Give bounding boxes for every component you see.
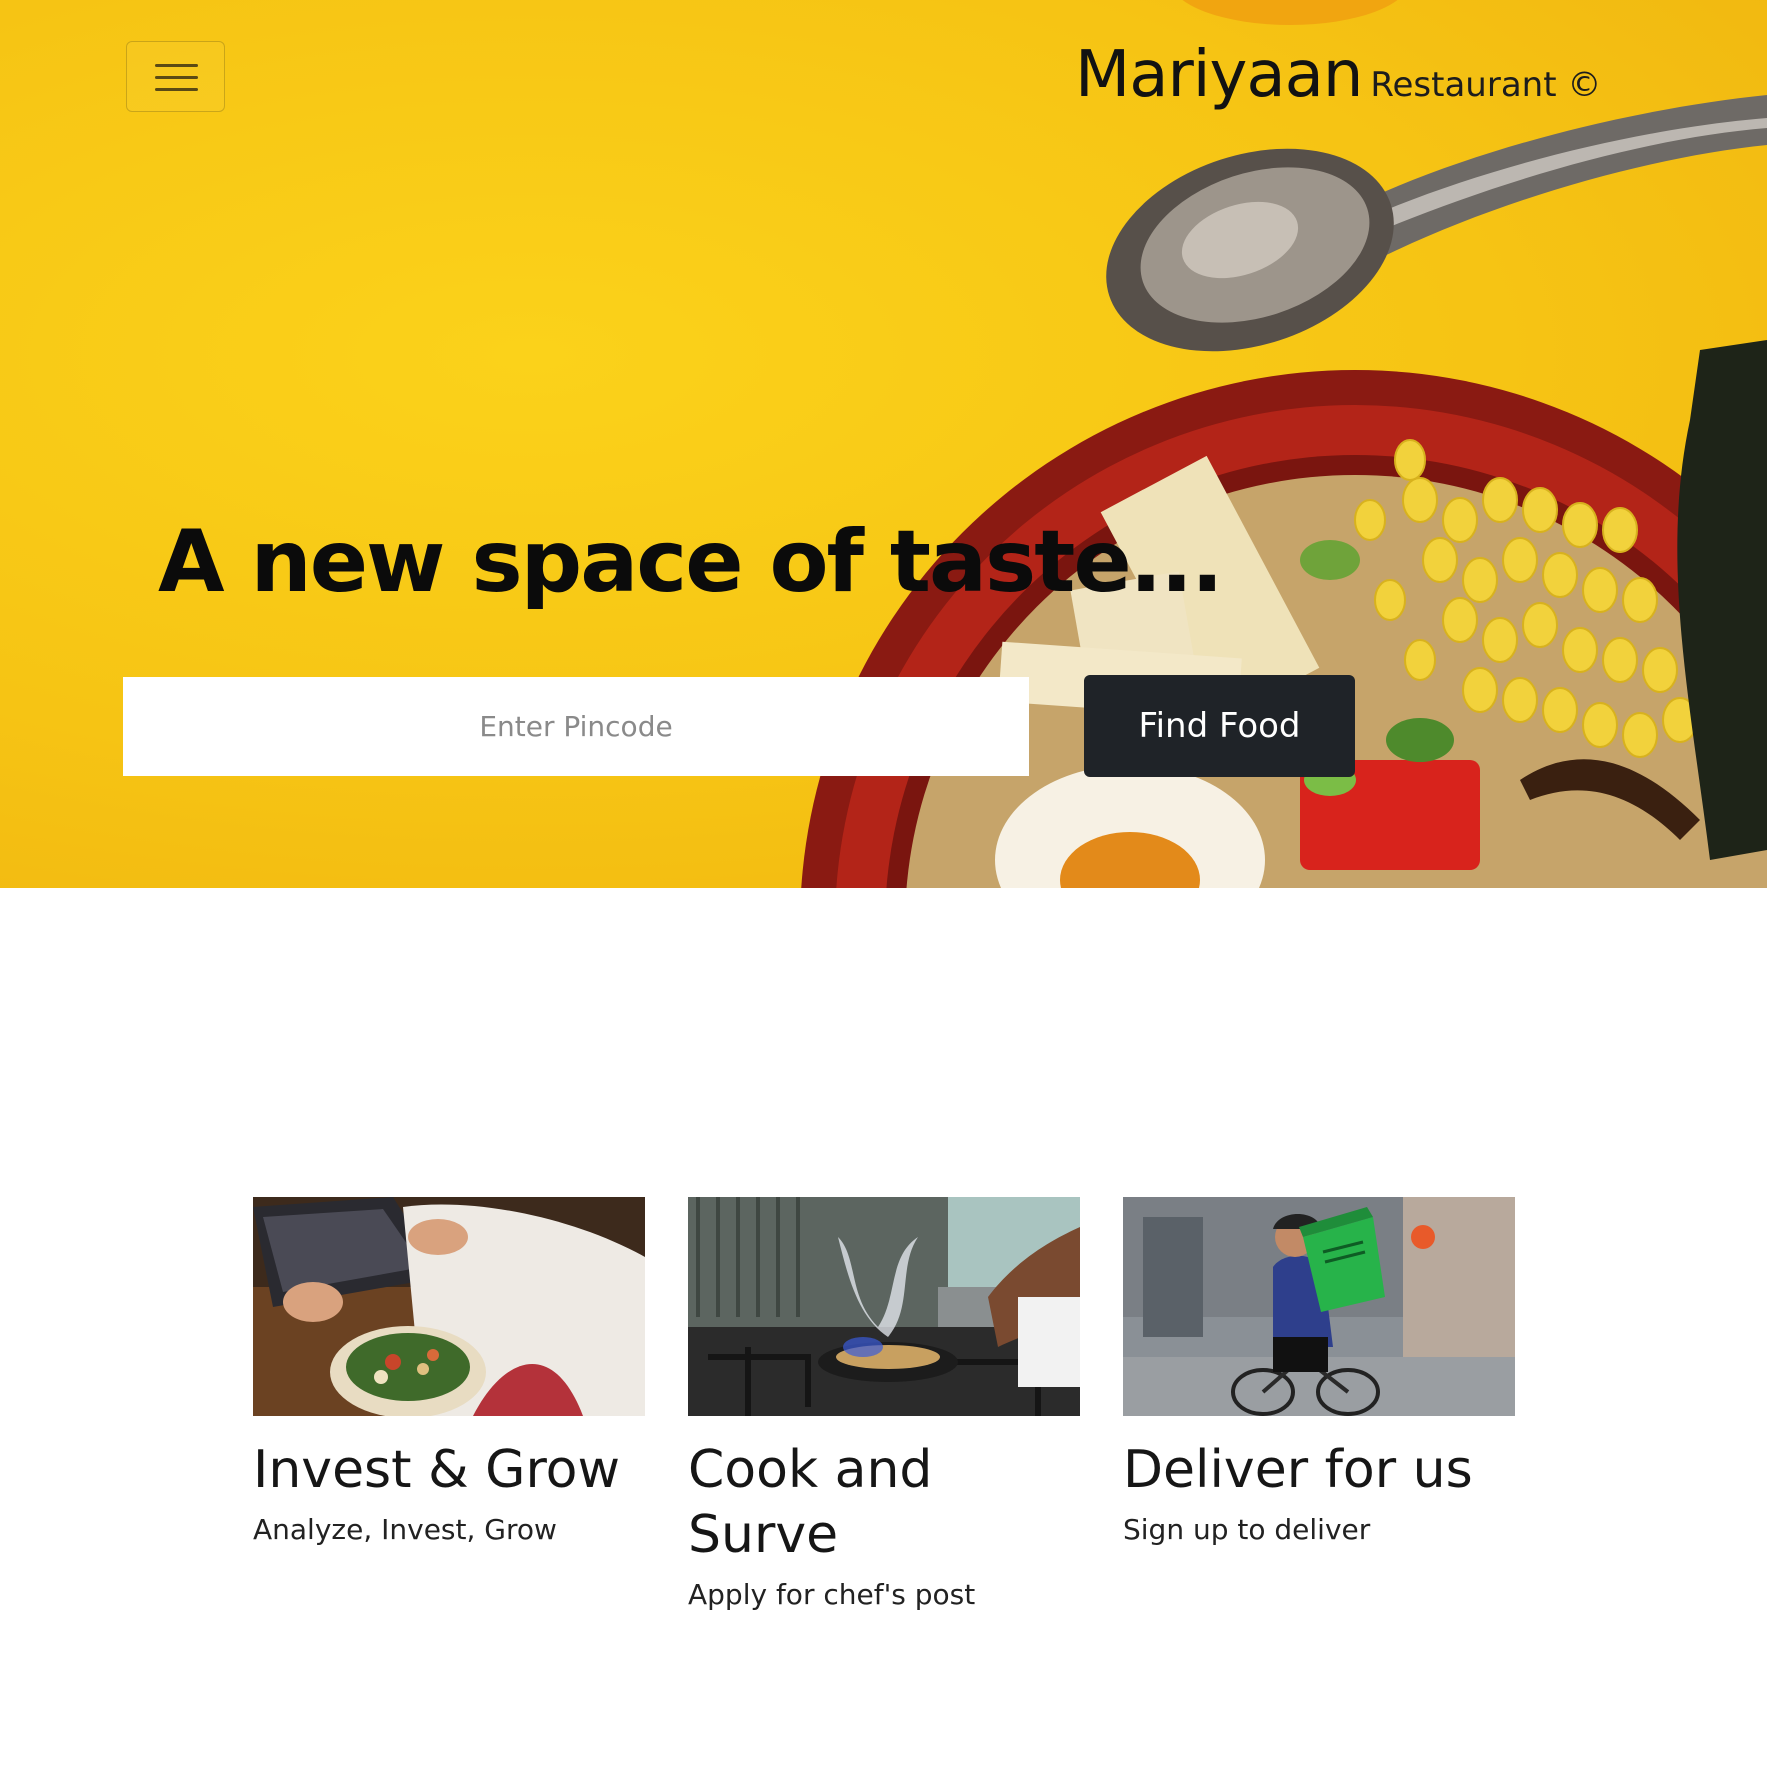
card-title: Deliver for us <box>1123 1440 1473 1500</box>
hamburger-menu-icon <box>155 64 198 67</box>
bowl-image <box>801 340 1767 888</box>
card-subtitle: Sign up to deliver <box>1123 1513 1371 1546</box>
pincode-input[interactable] <box>123 677 1029 776</box>
delivery-cyclist-image <box>1123 1197 1515 1416</box>
card-subtitle: Analyze, Invest, Grow <box>253 1513 557 1546</box>
brand-suffix: Restaurant © <box>1370 65 1602 105</box>
card-deliver[interactable]: Deliver for us Sign up to deliver <box>1123 1197 1515 1546</box>
card-title: Invest & Grow <box>253 1440 621 1500</box>
brand-logo[interactable]: Mariyaan Restaurant © <box>1075 38 1601 112</box>
card-subtitle: Apply for chef's post <box>688 1578 976 1611</box>
card-invest[interactable]: Invest & Grow Analyze, Invest, Grow <box>253 1197 645 1546</box>
hero-section: Mariyaan Restaurant © A new space of tast… <box>0 0 1767 888</box>
card-cook[interactable]: Cook and Surve Apply for chef's post <box>688 1197 1080 1611</box>
brand-name: Mariyaan <box>1075 38 1363 112</box>
chef-cooking-image <box>688 1197 1080 1416</box>
find-food-button[interactable]: Find Food <box>1084 675 1355 777</box>
hamburger-menu-button[interactable] <box>126 41 225 112</box>
card-title: Cook and Surve <box>688 1440 933 1565</box>
spoon-image <box>1106 95 1767 352</box>
laptop-salad-image <box>253 1197 645 1416</box>
hero-headline: A new space of taste... <box>158 512 1224 612</box>
